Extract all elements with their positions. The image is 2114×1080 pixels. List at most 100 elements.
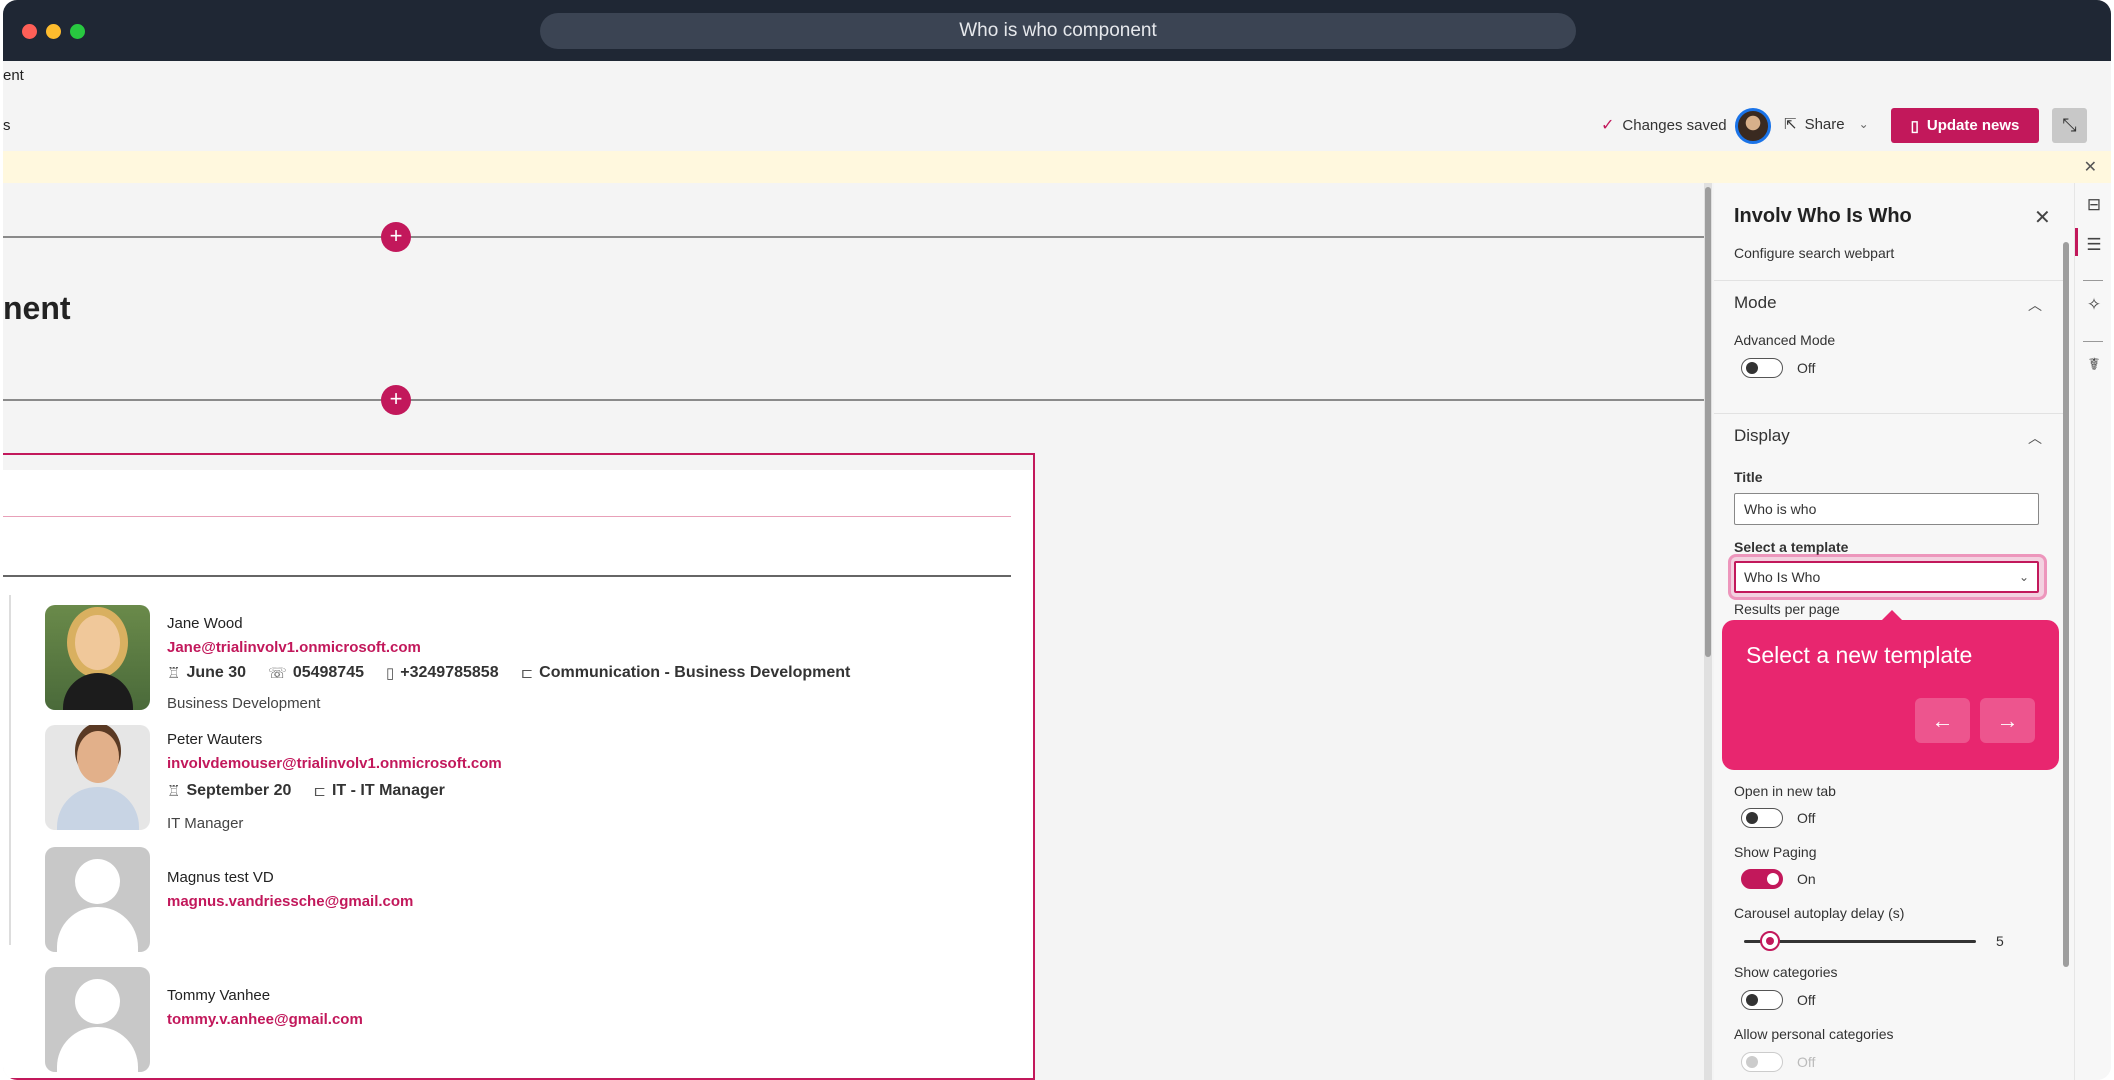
person-name[interactable]: Peter Wauters (167, 731, 262, 748)
person-department: Communication - Business Development (539, 664, 851, 681)
webpart-title-underline (3, 516, 1011, 517)
person-birthday: September 20 (186, 782, 292, 799)
breadcrumb-section[interactable]: s (3, 117, 11, 134)
chevron-down-icon: ⌄ (2018, 570, 2029, 584)
canvas-scrollbar-thumb[interactable] (1705, 187, 1711, 657)
person-department: IT - IT Manager (331, 782, 445, 799)
save-status-label: Changes saved (1622, 116, 1727, 134)
book-icon: ▯ (1910, 117, 1919, 135)
title-bar: Who is who component (3, 0, 2111, 61)
collapse-icon[interactable]: ⤡ (2052, 108, 2087, 143)
show-paging-toggle[interactable] (1741, 869, 1783, 889)
close-icon[interactable]: ✕ (2084, 157, 2097, 177)
chevron-up-icon[interactable]: ︿ (2028, 428, 2042, 448)
template-label: Select a template (1734, 539, 1849, 555)
share-icon: ⇱ (1784, 116, 1797, 133)
accessibility-icon[interactable]: ☤ (2084, 355, 2104, 375)
design-icon[interactable]: ✧ (2084, 295, 2104, 315)
close-window-button[interactable] (22, 24, 37, 39)
template-dropdown[interactable]: Who Is Who ⌄ (1734, 561, 2039, 593)
settings-sliders-icon[interactable]: ☰ (2084, 235, 2104, 255)
person-role: Business Development (167, 695, 321, 712)
person-photo (45, 605, 150, 710)
person-name[interactable]: Tommy Vanhee (167, 987, 270, 1004)
close-icon[interactable]: ✕ (2034, 205, 2051, 230)
show-categories-toggle[interactable] (1741, 990, 1783, 1010)
breadcrumb-page-name[interactable]: ent (3, 67, 24, 84)
update-news-button[interactable]: ▯ Update news (1891, 108, 2039, 143)
cake-icon: ♖ (167, 665, 181, 682)
carousel-delay-label: Carousel autoplay delay (s) (1734, 905, 1905, 921)
person-role: IT Manager (167, 815, 244, 832)
tooltip-next-button[interactable]: → (1980, 698, 2035, 743)
person-phone[interactable]: 05498745 (293, 664, 364, 682)
toolbox-icon[interactable]: ⊟ (2084, 195, 2104, 215)
person-email[interactable]: involvdemouser@trialinvolv1.onmicrosoft.… (167, 755, 502, 772)
chevron-down-icon: ⌄ (1858, 117, 1869, 131)
group-display-header[interactable]: Display (1734, 426, 1790, 446)
cake-icon: ♖ (167, 783, 181, 800)
advanced-mode-state: Off (1797, 360, 1816, 376)
briefcase-icon: ⊏ (313, 783, 326, 800)
browser-window: Who is who component ent s ✓ Changes sav… (3, 0, 2111, 1080)
minimize-window-button[interactable] (46, 24, 61, 39)
property-pane-scrollbar[interactable] (2063, 242, 2069, 967)
section-divider (3, 236, 1704, 238)
carousel-delay-slider-thumb[interactable] (1760, 931, 1780, 951)
briefcase-icon: ⊏ (520, 665, 534, 682)
who-is-who-webpart[interactable]: Jane Wood Jane@trialinvolv1.onmicrosoft.… (3, 453, 1035, 1080)
show-paging-state: On (1797, 871, 1816, 887)
advanced-mode-toggle[interactable] (1741, 358, 1783, 378)
person-mobile[interactable]: +3249785858 (400, 664, 498, 682)
person-name[interactable]: Jane Wood (167, 615, 243, 632)
group-mode-header[interactable]: Mode (1734, 293, 1777, 313)
open-new-tab-label: Open in new tab (1734, 783, 1836, 799)
show-paging-label: Show Paging (1734, 844, 1817, 860)
user-avatar[interactable] (1735, 108, 1771, 144)
mobile-icon: ▯ (386, 665, 395, 682)
webpart-divider (3, 575, 1011, 577)
title-input[interactable]: Who is who (1734, 493, 2039, 525)
personal-categories-label: Allow personal categories (1734, 1026, 1894, 1042)
share-button[interactable]: ⇱ Share ⌄ (1784, 115, 1869, 134)
side-rail: ⊟ ☰ ✧ ☤ (2074, 183, 2111, 1080)
person-email[interactable]: magnus.vandriessche@gmail.com (167, 893, 413, 910)
person-email[interactable]: Jane@trialinvolv1.onmicrosoft.com (167, 639, 421, 656)
share-label: Share (1804, 115, 1845, 133)
open-new-tab-state: Off (1797, 810, 1816, 826)
save-status: ✓ Changes saved (1601, 115, 1727, 135)
arrow-right-icon: → (1996, 707, 2019, 733)
property-pane-title: Involv Who Is Who (1734, 205, 1912, 227)
personal-categories-toggle[interactable] (1741, 1052, 1783, 1072)
person-birthday: June 30 (186, 664, 247, 681)
advanced-mode-label: Advanced Mode (1734, 332, 1836, 348)
update-news-label: Update news (1926, 117, 2020, 134)
show-categories-state: Off (1797, 992, 1816, 1008)
carousel-delay-value: 5 (1996, 933, 2004, 949)
notification-banner: ✕ (3, 151, 2111, 183)
template-selected: Who Is Who (1744, 569, 1821, 585)
arrow-left-icon: ← (1931, 707, 1954, 733)
add-section-button[interactable]: + (381, 222, 411, 252)
address-bar[interactable]: Who is who component (540, 13, 1576, 49)
person-name[interactable]: Magnus test VD (167, 869, 274, 886)
chevron-up-icon[interactable]: ︿ (2028, 295, 2042, 315)
page-title: nent (3, 290, 71, 326)
person-meta: ♖ June 30 ☏ 05498745 ▯ +3249785858 ⊏ Com… (167, 664, 850, 682)
tooltip-text: Select a new template (1746, 642, 1973, 668)
open-new-tab-toggle[interactable] (1741, 808, 1783, 828)
results-per-page-label: Results per page (1734, 601, 1840, 617)
person-email[interactable]: tommy.v.anhee@gmail.com (167, 1011, 363, 1028)
show-categories-label: Show categories (1734, 964, 1838, 980)
property-pane-subtitle: Configure search webpart (1734, 245, 1895, 261)
maximize-window-button[interactable] (70, 24, 85, 39)
person-meta: ♖ September 20 ⊏ IT - IT Manager (167, 782, 445, 800)
guide-tooltip: Select a new template ← → (1722, 610, 2059, 770)
person-photo (45, 725, 150, 830)
canvas-scrollbar[interactable] (1704, 183, 1712, 1080)
section-divider (3, 399, 1704, 401)
title-field-label: Title (1734, 469, 1763, 485)
add-section-button[interactable]: + (381, 385, 411, 415)
personal-categories-state: Off (1797, 1054, 1816, 1070)
tooltip-back-button[interactable]: ← (1915, 698, 1970, 743)
